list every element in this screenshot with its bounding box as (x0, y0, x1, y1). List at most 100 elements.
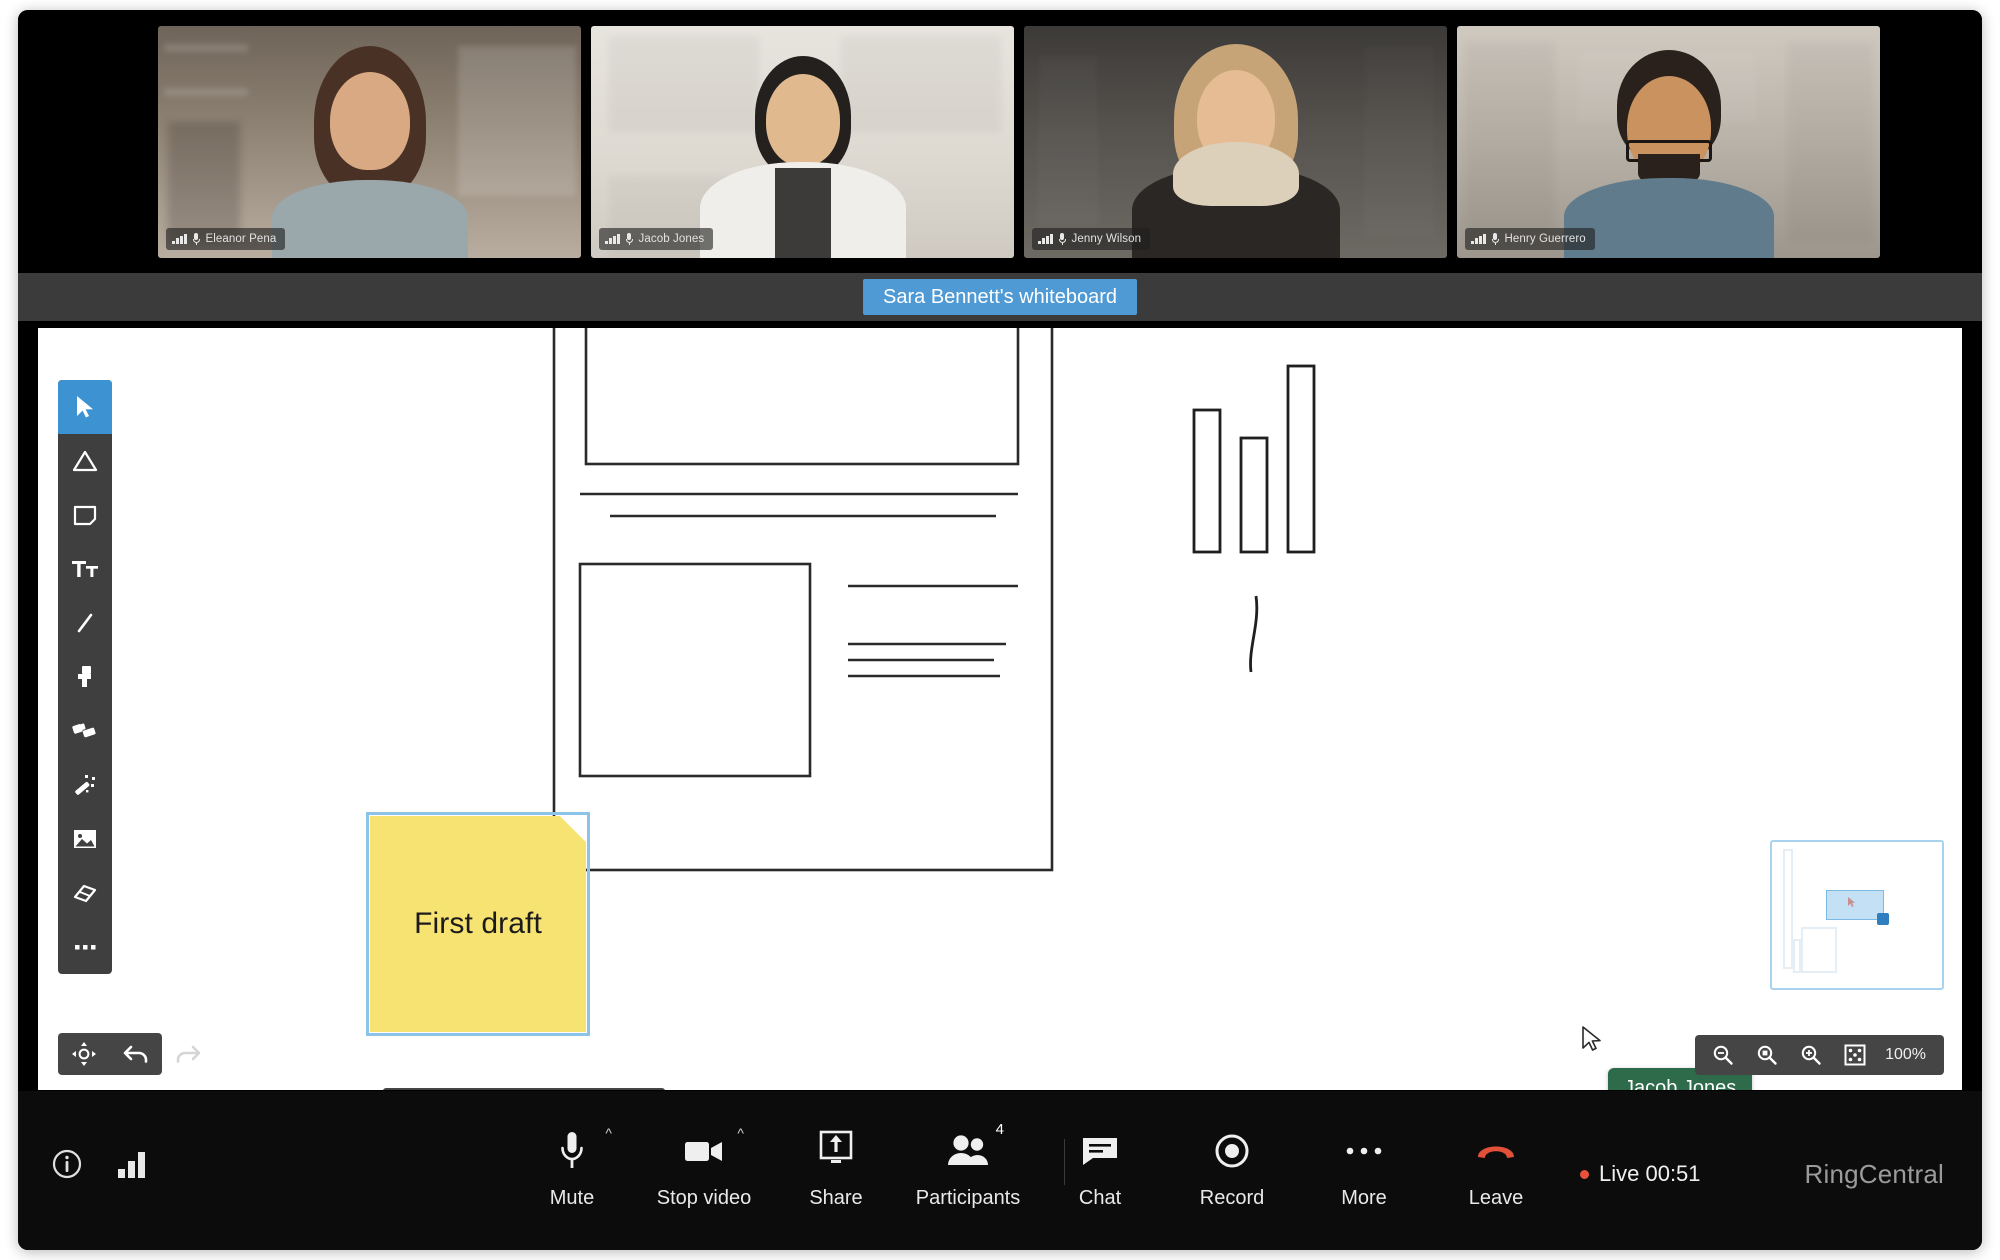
live-indicator-dot (1580, 1169, 1589, 1179)
image-tool[interactable] (58, 812, 112, 866)
magic-wand-icon (75, 775, 95, 795)
minimap-viewport[interactable] (1826, 890, 1889, 925)
close-toolbar-button[interactable] (630, 1088, 663, 1090)
eraser-icon (73, 884, 97, 903)
shape-context-toolbar[interactable] (383, 1088, 665, 1090)
participant-nameplate: Eleanor Pena (166, 228, 286, 250)
meeting-bar-controls[interactable]: ^ Mute ^ Stop video Share 4 Participants… (506, 1113, 1562, 1210)
zoom-out-button[interactable] (1701, 1035, 1745, 1075)
participant-tile[interactable]: Jenny Wilson (1024, 26, 1447, 258)
chevron-up-icon[interactable]: ^ (737, 1125, 744, 1141)
cursor-arrow-icon (77, 396, 93, 418)
microphone-icon (625, 233, 633, 246)
whiteboard-history-controls[interactable] (58, 1033, 214, 1075)
whiteboard-canvas[interactable]: First draft Jacob Jones 100% (38, 328, 1962, 1090)
participant-name: Eleanor Pena (205, 233, 277, 245)
leave-button[interactable]: Leave (1430, 1113, 1562, 1210)
stroke-color-button[interactable] (418, 1088, 451, 1090)
share-screen-icon (816, 1127, 856, 1175)
info-circle-icon (52, 1149, 82, 1179)
pen-tool[interactable] (58, 650, 112, 704)
redo-button[interactable] (162, 1033, 214, 1075)
fill-color-button[interactable] (451, 1088, 484, 1090)
participants-label: Participants (915, 1187, 1021, 1209)
participant-nameplate: Jenny Wilson (1032, 228, 1151, 250)
participants-button[interactable]: 4 Participants (902, 1113, 1034, 1210)
marker-tool[interactable] (58, 704, 112, 758)
microphone-icon (1058, 233, 1066, 246)
sticky-note-icon (73, 505, 97, 526)
eraser-tool[interactable] (58, 866, 112, 920)
connection-quality-button[interactable] (116, 1149, 148, 1184)
signal-bars-icon (118, 1152, 145, 1178)
sticky-note-text: First draft (414, 907, 542, 940)
cursor-arrow-icon (1582, 1026, 1601, 1051)
participant-tile[interactable]: Henry Guerrero (1457, 26, 1880, 258)
meeting-info-button[interactable] (50, 1147, 84, 1186)
more-tools[interactable] (58, 920, 112, 974)
undo-button[interactable] (110, 1033, 162, 1075)
zoom-reset-button[interactable] (1745, 1035, 1789, 1075)
participant-name: Jenny Wilson (1071, 233, 1142, 245)
app-window: Eleanor Pena Jacob Jones Jenny Wilson He… (18, 10, 1982, 1250)
whiteboard-title: Sara Bennett's whiteboard (863, 279, 1137, 315)
text-color-button[interactable] (385, 1088, 418, 1090)
more-button[interactable]: More (1298, 1113, 1430, 1210)
live-status-text: Live 00:51 (1599, 1161, 1701, 1186)
participant-silhouette (1130, 44, 1342, 258)
text-tool[interactable] (58, 542, 112, 596)
participant-nameplate: Jacob Jones (599, 228, 714, 250)
whiteboard-zoom-controls[interactable]: 100% (1695, 1035, 1944, 1075)
share-button[interactable]: Share (770, 1113, 902, 1210)
participants-count-badge: 4 (995, 1121, 1004, 1138)
signal-bars-icon (172, 233, 187, 244)
text-icon (72, 561, 98, 577)
more-label: More (1341, 1187, 1387, 1209)
select-tool[interactable] (58, 380, 112, 434)
stop-video-button[interactable]: ^ Stop video (638, 1113, 770, 1210)
image-icon (74, 830, 96, 848)
align-button[interactable] (557, 1088, 590, 1090)
sticky-note-body[interactable]: First draft (370, 816, 586, 1032)
participant-tile[interactable]: Eleanor Pena (158, 26, 581, 258)
microphone-icon (557, 1127, 587, 1175)
sticky-note-tool[interactable] (58, 488, 112, 542)
zoom-level-label: 100% (1885, 1046, 1926, 1063)
chat-button[interactable]: Chat (1034, 1113, 1166, 1210)
mute-button[interactable]: ^ Mute (506, 1113, 638, 1210)
delete-button[interactable] (590, 1088, 623, 1090)
pan-move-icon (72, 1042, 96, 1066)
microphone-icon (1491, 233, 1499, 246)
ringcentral-logo: RingCentral (1804, 1159, 1944, 1189)
zoom-out-icon (1713, 1045, 1733, 1065)
fit-to-screen-button[interactable] (1833, 1035, 1877, 1075)
chevron-up-icon[interactable]: ^ (605, 1125, 612, 1141)
participant-name: Henry Guerrero (1504, 233, 1586, 245)
line-tool[interactable] (58, 596, 112, 650)
minimap[interactable] (1770, 840, 1944, 990)
pan-tool-button[interactable] (58, 1033, 110, 1075)
signal-bars-icon (1471, 233, 1486, 244)
whiteboard-tool-rail[interactable] (58, 380, 112, 974)
undo-arrow-icon (123, 1045, 148, 1063)
minimap-resize-handle[interactable] (1877, 913, 1889, 925)
meeting-bar-left (50, 1147, 148, 1186)
highlighter-tool[interactable] (58, 758, 112, 812)
more-dots-icon (75, 945, 96, 950)
live-status: Live 00:51 (1580, 1161, 1701, 1187)
fit-screen-icon (1844, 1044, 1866, 1066)
ringcentral-meeting-window: Eleanor Pena Jacob Jones Jenny Wilson He… (0, 0, 2000, 1260)
participant-tile[interactable]: Jacob Jones (591, 26, 1014, 258)
triangle-icon (72, 450, 98, 472)
whiteboard-header: Sara Bennett's whiteboard (18, 273, 1982, 321)
duplicate-button[interactable] (524, 1088, 557, 1090)
record-button[interactable]: Record (1166, 1113, 1298, 1210)
people-icon (944, 1127, 992, 1175)
sticky-note[interactable]: First draft (366, 812, 590, 1036)
shape-tool[interactable] (58, 434, 112, 488)
zoom-in-button[interactable] (1789, 1035, 1833, 1075)
marker-icon (72, 723, 96, 738)
redo-arrow-icon (176, 1045, 201, 1063)
participant-silhouette (698, 56, 908, 258)
font-size-button[interactable] (484, 1088, 517, 1090)
